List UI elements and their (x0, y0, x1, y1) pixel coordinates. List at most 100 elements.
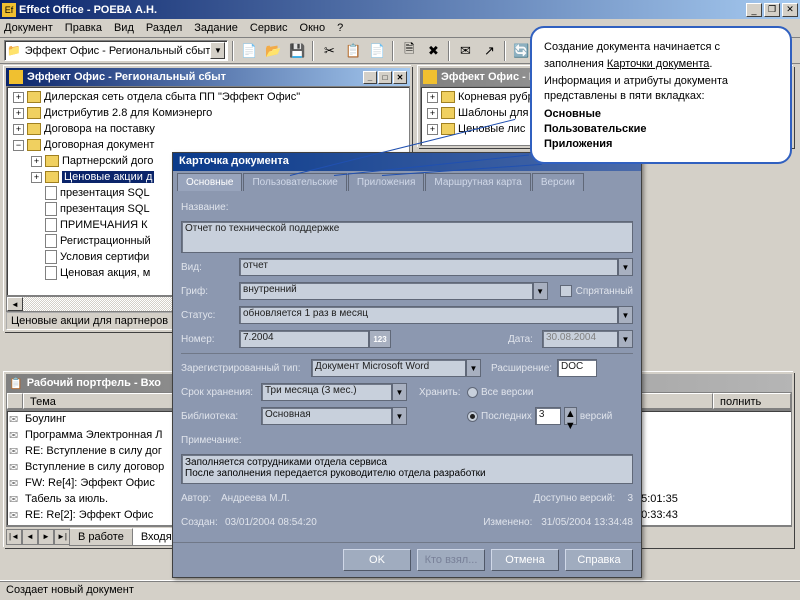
hidden-checkbox[interactable] (560, 285, 572, 297)
created-label: Создан: (181, 517, 225, 528)
delete-button[interactable]: ✖ (422, 40, 444, 62)
menu-service[interactable]: Сервис (250, 22, 288, 34)
status-label: Статус: (181, 310, 239, 321)
help-button[interactable]: Справка (565, 549, 633, 571)
menu-edit[interactable]: Правка (65, 22, 102, 34)
keep-suffix: версий (580, 411, 613, 422)
notes-input[interactable]: Заполняется сотрудниками отдела сервиса … (181, 454, 633, 484)
tab-versions[interactable]: Версии (532, 173, 584, 191)
section-combo[interactable]: 📁 Эффект Офис - Региональный сбыт ▼ (4, 40, 228, 61)
grif-input[interactable]: внутренний (239, 282, 533, 300)
date-input[interactable]: 30.08.2004 (542, 330, 618, 348)
ext-label: Расширение: (491, 363, 557, 374)
cancel-button[interactable]: Отмена (491, 549, 559, 571)
storage-label: Срок хранения: (181, 387, 261, 398)
close-button[interactable]: ✕ (782, 3, 798, 17)
tab-working[interactable]: В работе (69, 528, 133, 546)
vid-input[interactable]: отчет (239, 258, 618, 276)
minimize-button[interactable]: _ (746, 3, 762, 17)
menu-document[interactable]: Документ (4, 22, 53, 34)
save-button[interactable]: 💾 (286, 40, 308, 62)
who-button[interactable]: Кто взял... (417, 549, 485, 571)
menu-task[interactable]: Задание (194, 22, 238, 34)
regtype-label: Зарегистрированный тип: (181, 363, 311, 374)
avail-value: 3 (627, 493, 633, 504)
author-label: Автор: (181, 493, 221, 504)
author-value: Андреева М.Л. (221, 493, 290, 504)
num-input[interactable]: 7.2004 (239, 330, 369, 348)
new-doc-button[interactable]: 📄 (238, 40, 260, 62)
folder-icon (9, 70, 23, 84)
keep-n-input[interactable]: 3 (535, 407, 561, 425)
hidden-label: Спрятанный (576, 286, 633, 297)
lib-input[interactable]: Основная (261, 407, 392, 425)
chevron-down-icon[interactable]: ▼ (618, 306, 633, 324)
restore-button[interactable]: ❐ (764, 3, 780, 17)
props-button[interactable]: 🗎 (398, 40, 420, 62)
menu-window[interactable]: Окно (300, 22, 326, 34)
panel-regional-title[interactable]: Эффект Офис - Региональный сбыт _ □ ✕ (6, 68, 410, 86)
num-label: Номер: (181, 334, 239, 345)
regtype-input[interactable]: Документ Microsoft Word (311, 359, 466, 377)
mail-button[interactable]: ✉ (454, 40, 476, 62)
statusbar: Создает новый документ (0, 580, 800, 600)
tree-item[interactable]: +Дилерская сеть отдела сбыта ПП "Эффект … (9, 89, 407, 105)
vid-label: Вид: (181, 262, 239, 273)
status-input[interactable]: обновляется 1 раз в месяц (239, 306, 618, 324)
folder-icon (423, 70, 437, 84)
tab-first-button[interactable]: |◄ (6, 529, 22, 545)
ok-button[interactable]: OK (343, 549, 411, 571)
tab-prev-button[interactable]: ◄ (22, 529, 38, 545)
ext-input[interactable]: DOC (557, 359, 597, 377)
name-label: Название: (181, 202, 239, 213)
created-value: 03/01/2004 08:54:20 (225, 517, 317, 528)
keep-last-radio[interactable] (467, 411, 478, 422)
name-input[interactable]: Отчет по технической поддержке (181, 221, 633, 253)
folder-icon: 📁 (7, 44, 21, 57)
dialog-doc-card: Карточка документа Основные Пользователь… (172, 152, 642, 578)
help-callout: Создание документа начинается с заполнен… (530, 26, 792, 164)
date-label: Дата: (508, 334, 542, 345)
keep-last-label: Последних (481, 411, 532, 422)
lib-label: Библиотека: (181, 411, 261, 422)
panel-close-button[interactable]: ✕ (393, 71, 407, 84)
menu-view[interactable]: Вид (114, 22, 134, 34)
col-extra[interactable]: полнить (713, 393, 791, 409)
chevron-down-icon[interactable]: ▼ (618, 330, 633, 348)
scroll-left-button[interactable]: ◄ (7, 297, 23, 311)
tree-item[interactable]: +Договора на поставку (9, 121, 407, 137)
status-text: Создает новый документ (6, 584, 134, 596)
app-title: Effect Office - РОЕВА А.Н. (19, 4, 746, 16)
chevron-down-icon[interactable]: ▼ (210, 42, 225, 59)
panel-min-button[interactable]: _ (363, 71, 377, 84)
section-combo-value: Эффект Офис - Региональный сбыт (25, 45, 211, 57)
copy-button[interactable]: 📋 (342, 40, 364, 62)
keep-all-radio[interactable] (467, 387, 478, 398)
menu-section[interactable]: Раздел (146, 22, 182, 34)
tab-last-button[interactable]: ►| (54, 529, 70, 545)
spinner[interactable]: ▲▼ (564, 407, 577, 425)
tree-item[interactable]: −Договорная документ (9, 137, 407, 153)
menu-help[interactable]: ? (337, 22, 343, 34)
panel-max-button[interactable]: □ (378, 71, 392, 84)
chevron-down-icon[interactable]: ▼ (392, 407, 407, 425)
cut-button[interactable]: ✂ (318, 40, 340, 62)
keep-label: Хранить: (419, 387, 467, 398)
tree-item[interactable]: +Дистрибутив 2.8 для Комиэнерго (9, 105, 407, 121)
chevron-down-icon[interactable]: ▼ (533, 282, 548, 300)
chevron-down-icon[interactable]: ▼ (618, 258, 633, 276)
chevron-down-icon[interactable]: ▼ (466, 359, 481, 377)
open-button[interactable]: 📂 (262, 40, 284, 62)
paste-button[interactable]: 📄 (366, 40, 388, 62)
route-button[interactable]: ↗ (478, 40, 500, 62)
storage-input[interactable]: Три месяца (3 мес.) (261, 383, 392, 401)
tab-user[interactable]: Пользовательские (243, 173, 346, 191)
app-icon: Ef (2, 3, 16, 17)
num-gen-button[interactable]: 123 (369, 330, 391, 348)
tab-route[interactable]: Маршрутная карта (425, 173, 530, 191)
notes-label: Примечание: (181, 435, 261, 446)
tab-next-button[interactable]: ► (38, 529, 54, 545)
tab-main[interactable]: Основные (177, 173, 242, 191)
chevron-down-icon[interactable]: ▼ (392, 383, 407, 401)
grif-label: Гриф: (181, 286, 239, 297)
